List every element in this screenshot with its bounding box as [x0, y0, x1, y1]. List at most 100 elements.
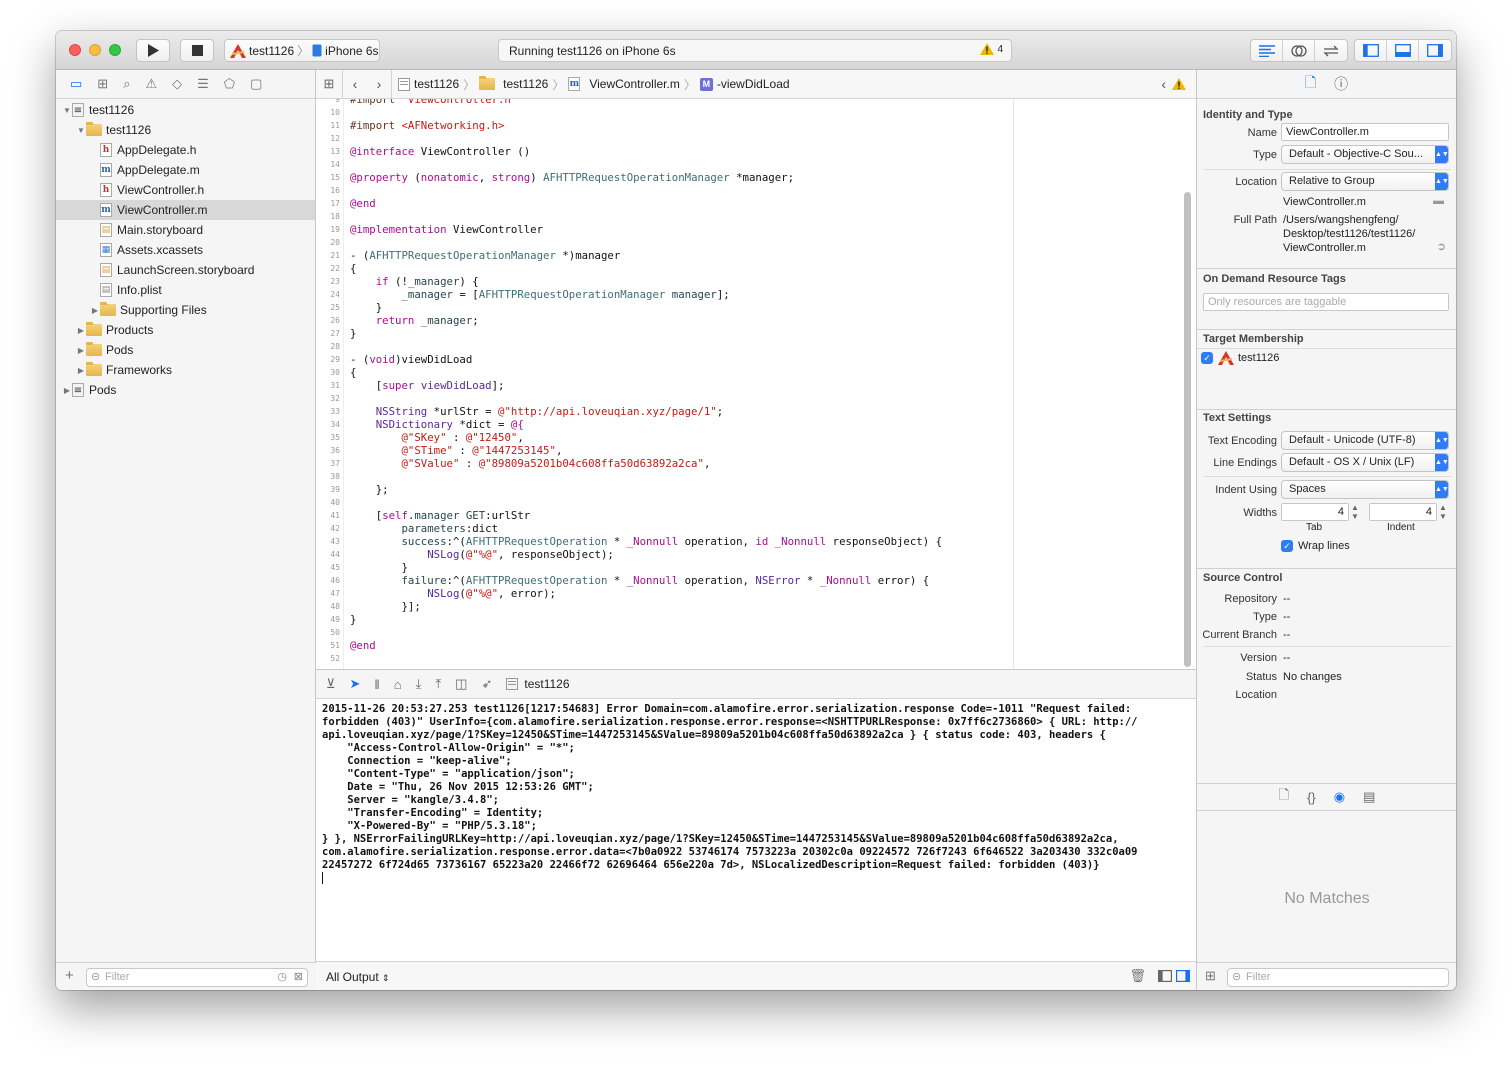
file-tree-item[interactable]: ▤ LaunchScreen.storyboard	[56, 260, 315, 280]
toggle-navigator-icon[interactable]	[1355, 40, 1387, 61]
report-icon[interactable]: ▢	[250, 76, 262, 92]
step-over-icon[interactable]: ⌂	[394, 677, 402, 692]
disclosure-collapsed-icon[interactable]: ▶	[76, 326, 86, 335]
code-line: };	[350, 483, 389, 496]
add-icon[interactable]: +	[65, 967, 74, 984]
file-tree-item[interactable]: ▼ test1126	[56, 120, 315, 140]
folder-icon[interactable]: ▭	[70, 76, 82, 92]
editor-mode-control[interactable]	[1250, 39, 1348, 62]
output-selector[interactable]: All Output ⇕	[326, 970, 390, 984]
grid-view-icon[interactable]: ⊞	[1205, 968, 1216, 984]
popup-arrows-icon: ▲▼	[1435, 146, 1448, 163]
object-library-icon[interactable]: ◉	[1334, 789, 1345, 805]
file-tree-item[interactable]: ▶ Supporting Files	[56, 300, 315, 320]
breadcrumb-group[interactable]: test1126	[503, 77, 548, 91]
disclosure-expanded-icon[interactable]: ▼	[62, 106, 72, 115]
close-window-button[interactable]	[69, 44, 81, 56]
indent-width-field[interactable]: 4	[1369, 503, 1437, 521]
library-filter-input[interactable]: ⊝ Filter	[1227, 968, 1449, 987]
toggle-debug-area-icon[interactable]	[1387, 40, 1419, 61]
version-editor-icon[interactable]	[1315, 40, 1347, 61]
hide-debug-area-icon[interactable]: ⊻	[326, 676, 336, 692]
name-field[interactable]: ViewController.m	[1281, 123, 1449, 141]
step-out-icon[interactable]: ⤒	[435, 676, 441, 692]
encoding-popup[interactable]: Default - Unicode (UTF-8) ▲▼	[1281, 431, 1449, 450]
file-tree-item[interactable]: h ViewController.h	[56, 180, 315, 200]
view-hierarchy-icon[interactable]: ◫	[455, 676, 467, 692]
back-button[interactable]: ‹	[343, 76, 367, 92]
debug-navigator-icon[interactable]: ☰	[197, 76, 209, 92]
file-tree-item[interactable]: ▶ ≡ Pods	[56, 380, 315, 400]
disclosure-collapsed-icon[interactable]: ▶	[76, 366, 86, 375]
show-console-icon[interactable]	[1176, 970, 1191, 985]
disclosure-collapsed-icon[interactable]: ▶	[90, 306, 100, 315]
toggle-utilities-icon[interactable]	[1419, 40, 1451, 61]
search-icon[interactable]: ⌕	[123, 76, 130, 92]
show-variables-icon[interactable]	[1158, 970, 1173, 985]
issue-warning-icon[interactable]	[1172, 78, 1186, 93]
file-tree-item[interactable]: ▶ Products	[56, 320, 315, 340]
file-tree-item[interactable]: ▶ Frameworks	[56, 360, 315, 380]
breakpoints-toggle-icon[interactable]: ➤	[350, 676, 361, 692]
disclosure-collapsed-icon[interactable]: ▶	[62, 386, 72, 395]
breadcrumb-file[interactable]: ViewController.m	[589, 77, 679, 91]
related-items-icon[interactable]: ⊞	[316, 76, 342, 92]
assistant-editor-icon[interactable]	[1283, 40, 1315, 61]
encoding-label: Text Encoding	[1207, 435, 1277, 447]
previous-issue-button[interactable]: ‹	[1161, 76, 1166, 92]
trash-icon[interactable]: 🗑︎	[1129, 968, 1146, 984]
location-popup[interactable]: Relative to Group ▲▼	[1281, 172, 1449, 191]
file-tree-item[interactable]: ▤ Info.plist	[56, 280, 315, 300]
warnings-indicator[interactable]: 4	[980, 43, 1003, 55]
forward-button[interactable]: ›	[367, 76, 391, 92]
media-library-icon[interactable]: ▤	[1363, 789, 1375, 805]
step-into-icon[interactable]: ⤓	[416, 676, 422, 692]
wrap-lines-checkbox[interactable]: ✓	[1281, 540, 1293, 552]
pause-icon[interactable]: ‖	[374, 677, 379, 692]
standard-editor-icon[interactable]	[1251, 40, 1283, 61]
file-type-popup[interactable]: Default - Objective-C Sou... ▲▼	[1281, 145, 1449, 164]
test-diamond-icon[interactable]: ◇	[172, 76, 182, 92]
target-checkbox[interactable]: ✓	[1201, 352, 1213, 364]
code-snippet-icon[interactable]: {}	[1307, 790, 1316, 805]
console-output[interactable]: 2015-11-26 20:53:27.253 test1126[1217:54…	[316, 699, 1196, 961]
line-number: 52	[330, 654, 340, 663]
location-icon[interactable]: ➶	[481, 676, 492, 692]
run-button[interactable]	[136, 39, 170, 62]
indent-width-stepper[interactable]: ▲ ▼	[1439, 503, 1447, 521]
breadcrumb-method[interactable]: -viewDidLoad	[717, 77, 790, 91]
zoom-window-button[interactable]	[109, 44, 121, 56]
file-tree-item[interactable]: h AppDelegate.h	[56, 140, 315, 160]
tab-width-field[interactable]: 4	[1281, 503, 1349, 521]
recent-files-icon[interactable]: ◷	[277, 969, 287, 986]
reveal-in-finder-icon[interactable]: ➲	[1437, 240, 1446, 253]
issue-warning-icon[interactable]: ⚠	[145, 76, 157, 92]
minimize-window-button[interactable]	[89, 44, 101, 56]
choose-folder-icon[interactable]: ▬	[1433, 195, 1444, 207]
file-template-icon[interactable]: 🗋︎	[1279, 786, 1289, 808]
symbol-navigator-icon[interactable]: ⊞	[97, 76, 108, 92]
file-tree-item[interactable]: ▶ Pods	[56, 340, 315, 360]
disclosure-collapsed-icon[interactable]: ▶	[76, 346, 86, 355]
disclosure-expanded-icon[interactable]: ▼	[76, 126, 86, 135]
file-tree-item[interactable]: ▦ Assets.xcassets	[56, 240, 315, 260]
file-tree-item[interactable]: ▼ ≡ test1126	[56, 100, 315, 120]
indent-using-popup[interactable]: Spaces ▲▼	[1281, 480, 1449, 499]
file-tree-item[interactable]: m AppDelegate.m	[56, 160, 315, 180]
file-tree-item[interactable]: ▤ Main.storyboard	[56, 220, 315, 240]
editor-scrollbar[interactable]	[1184, 192, 1191, 667]
navigator-filter-input[interactable]: ⊝ Filter ◷ ⊠	[86, 968, 308, 987]
breadcrumb-project[interactable]: test1126	[414, 77, 459, 91]
scheme-selector[interactable]: test1126 〉 iPhone 6s	[224, 39, 380, 62]
scm-filter-icon[interactable]: ⊠	[294, 969, 303, 986]
file-inspector-icon[interactable]: 🗋︎	[1305, 72, 1316, 96]
line-endings-popup[interactable]: Default - OS X / Unix (LF) ▲▼	[1281, 453, 1449, 472]
stop-button[interactable]	[180, 39, 214, 62]
tab-width-stepper[interactable]: ▲ ▼	[1351, 503, 1359, 521]
file-tree-item[interactable]: m ViewController.m	[56, 200, 315, 220]
scheme-target-label: test1126	[249, 43, 295, 58]
quick-help-icon[interactable]: ⓘ	[1334, 74, 1348, 94]
source-editor[interactable]: 9 10 11 12 13 14 15 16 17 18 19 20 21 22 23 24 25 26 27 28 2…	[316, 99, 1196, 669]
view-toggle-control[interactable]	[1354, 39, 1452, 62]
breakpoint-icon[interactable]: ⬠	[224, 76, 235, 92]
